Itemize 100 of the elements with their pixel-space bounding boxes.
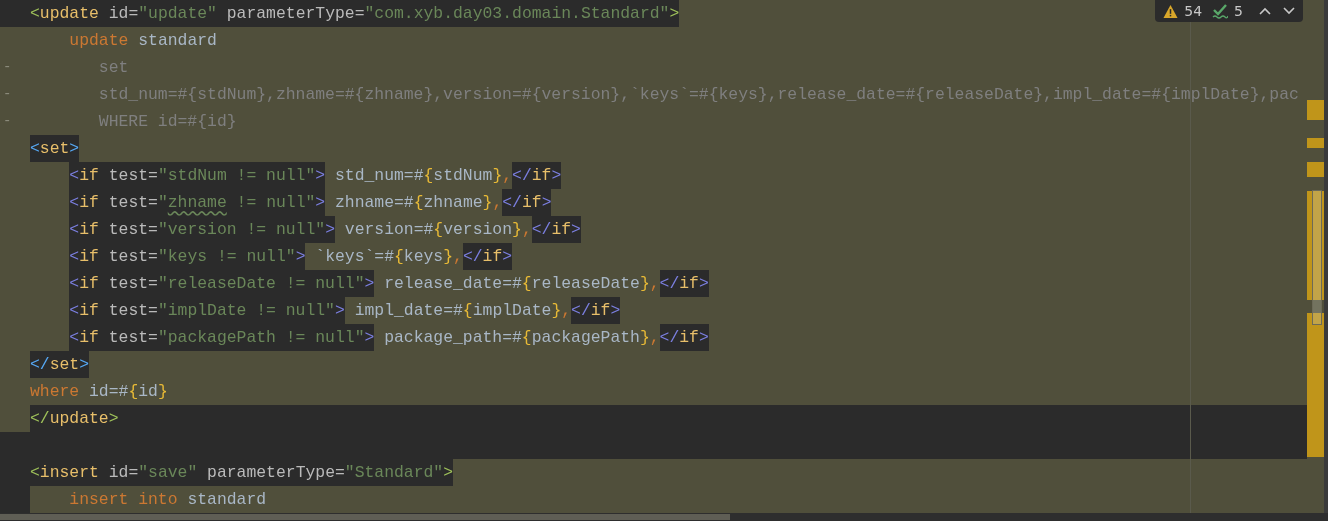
tag-name: if [551, 220, 572, 239]
change-marker[interactable] [1307, 191, 1324, 300]
brace: } [551, 301, 562, 320]
tag-bracket: </ [30, 355, 50, 374]
attribute-name: test [107, 328, 149, 347]
tag-name: if [79, 193, 99, 212]
attribute-name: test [107, 301, 149, 320]
tag-name: if [590, 301, 611, 320]
code-text: version [443, 220, 513, 239]
tag-bracket: > [571, 220, 581, 239]
comma: , [492, 193, 503, 212]
attribute-name: = [148, 328, 158, 347]
tag-bracket: > [698, 328, 709, 347]
attribute-name: = [148, 274, 158, 293]
comma: , [561, 301, 572, 320]
error-stripe[interactable] [1307, 0, 1328, 513]
tag-bracket: < [69, 328, 80, 347]
code-text: standard [186, 490, 267, 509]
string-literal: "packagePath != null" [157, 328, 365, 347]
brace: } [639, 328, 650, 347]
brace: } [443, 247, 454, 266]
sql-keyword: insert into [69, 490, 178, 509]
tag-bracket: > [69, 139, 80, 158]
tag-name: if [679, 328, 699, 347]
code-text: id=# [88, 382, 129, 401]
deleted-line-marker: - [3, 112, 12, 131]
attribute-name: = [148, 301, 158, 320]
tag-bracket: < [69, 193, 80, 212]
scrollbar-thumb[interactable] [0, 514, 730, 520]
brace: } [492, 166, 503, 185]
tag-bracket: > [443, 463, 454, 482]
change-marker[interactable] [1307, 138, 1324, 148]
tag-bracket: > [364, 328, 375, 347]
code-text: keys [403, 247, 444, 266]
tag-bracket: > [502, 247, 513, 266]
tag-bracket: > [315, 193, 326, 212]
comma: , [521, 220, 532, 239]
attribute-name: = [148, 193, 158, 212]
tag-bracket: </ [512, 166, 532, 185]
brace: { [521, 274, 532, 293]
tag-bracket: > [334, 301, 345, 320]
attribute-name: = [335, 463, 345, 482]
code-text: impl_date=# [353, 301, 463, 320]
tag-bracket: > [541, 193, 552, 212]
tag-bracket: > [669, 4, 680, 23]
tag-bracket: < [69, 274, 80, 293]
string-literal: "update" [138, 4, 217, 23]
string-literal: != null" [235, 193, 316, 212]
string-literal: "keys != null" [157, 247, 296, 266]
string-literal: "version != null" [157, 220, 326, 239]
change-marker[interactable] [1307, 162, 1324, 177]
tag-name: set [39, 139, 70, 158]
change-marker[interactable] [1307, 313, 1324, 457]
tag-name: if [521, 193, 542, 212]
brace: } [639, 274, 650, 293]
chevron-up-icon[interactable] [1259, 7, 1271, 15]
misspelled-word: zhname [167, 193, 227, 212]
change-marker[interactable] [1307, 100, 1324, 120]
code-text: implDate [472, 301, 552, 320]
deleted-line-marker: - [3, 85, 12, 104]
tag-name: if [482, 247, 503, 266]
brace: } [512, 220, 522, 239]
attribute-name: id [107, 463, 129, 482]
code-text: std_num=# [333, 166, 424, 185]
attribute-name: test [107, 220, 149, 239]
tag-bracket: < [30, 139, 40, 158]
tag-bracket: < [69, 220, 80, 239]
tag-bracket: < [69, 247, 80, 266]
scrollbar-thumb[interactable] [1312, 190, 1322, 325]
code-text: zhname=# [334, 193, 414, 212]
tag-name: set [49, 355, 80, 374]
tag-bracket: < [69, 301, 80, 320]
code-text: release_date=# [383, 274, 522, 293]
string-literal: " [157, 193, 168, 212]
tag-bracket: </ [571, 301, 591, 320]
tag-bracket: > [698, 274, 709, 293]
attribute-name: id [107, 4, 129, 23]
warning-icon [1163, 3, 1179, 19]
tag-bracket: </ [659, 328, 680, 347]
tag-bracket: < [30, 463, 40, 482]
tag-name: if [79, 328, 99, 347]
tag-bracket: </ [531, 220, 552, 239]
tag-name: if [679, 274, 699, 293]
brace: { [423, 166, 434, 185]
tag-bracket: < [69, 166, 80, 185]
attribute-name: = [148, 220, 158, 239]
string-literal: "stdNum != null" [157, 166, 316, 185]
brace: { [128, 382, 139, 401]
brace: { [433, 220, 444, 239]
tag-name: insert [39, 463, 99, 482]
string-literal: "Standard" [344, 463, 444, 482]
comma: , [453, 247, 463, 266]
attribute-name: = [148, 247, 158, 266]
chevron-down-icon[interactable] [1283, 7, 1295, 15]
sql-keyword: where [30, 382, 80, 401]
code-text: packagePath [531, 328, 640, 347]
tag-bracket: > [551, 166, 562, 185]
tag-name: if [79, 166, 99, 185]
inspection-widget[interactable]: 54 5 [1155, 0, 1303, 22]
checkmark-icon [1212, 3, 1229, 19]
